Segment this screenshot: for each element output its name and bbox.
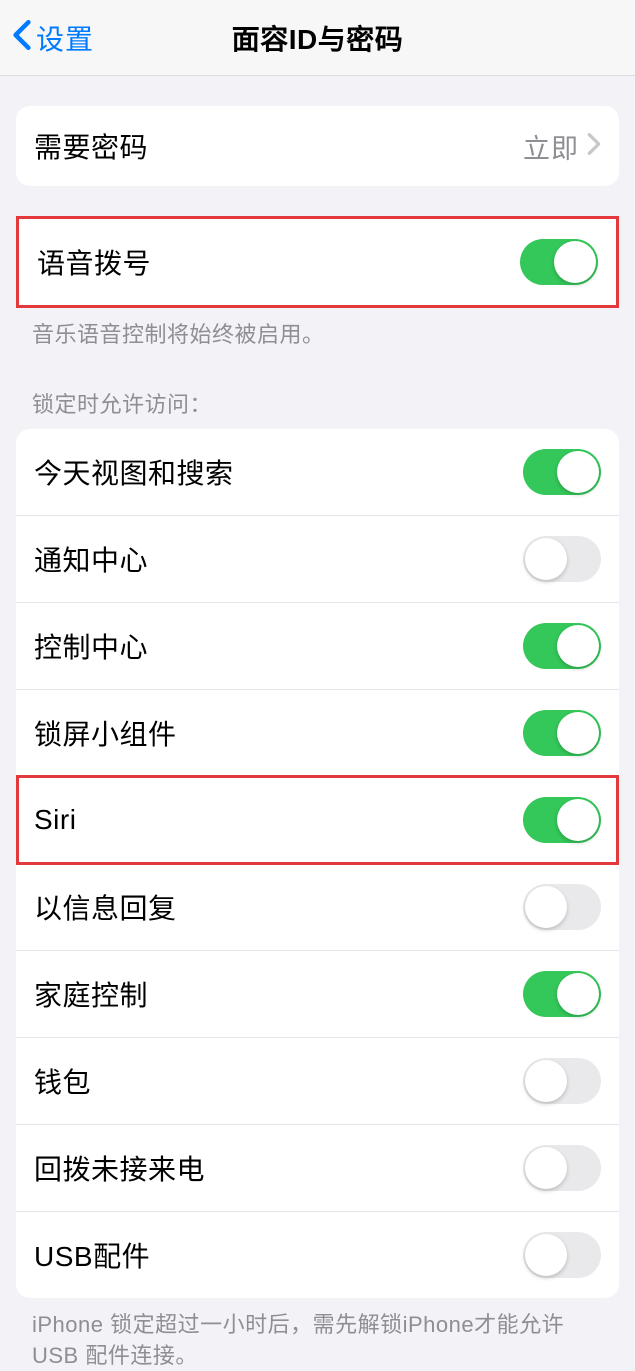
lock-access-item-label: 回拨未接来电 [34,1148,205,1188]
require-passcode-group: 需要密码 立即 [16,106,619,186]
lock-access-row: 回拨未接来电 [16,1125,619,1212]
lock-access-item-label: 控制中心 [34,626,148,666]
lock-access-row: 通知中心 [16,516,619,603]
lock-access-row: 锁屏小组件 [16,690,619,777]
voice-dial-row: 语音拨号 [19,219,616,305]
require-passcode-value-wrap: 立即 [523,127,601,166]
toggle-knob [557,799,599,841]
toggle-knob [557,973,599,1015]
toggle-knob [525,886,567,928]
page-title: 面容ID与密码 [232,18,404,58]
lock-access-toggle[interactable] [523,884,601,930]
lock-access-row: USB配件 [16,1212,619,1298]
toggle-knob [525,538,567,580]
lock-access-row: 控制中心 [16,603,619,690]
lock-access-item-label: 以信息回复 [34,887,177,927]
lock-access-toggle[interactable] [523,797,601,843]
back-button[interactable]: 设置 [0,18,94,58]
lock-access-item-label: 通知中心 [34,539,148,579]
require-passcode-label: 需要密码 [34,126,148,166]
lock-access-row: 家庭控制 [16,951,619,1038]
lock-access-toggle[interactable] [523,623,601,669]
nav-bar: 设置 面容ID与密码 [0,0,635,76]
lock-access-item-label: 锁屏小组件 [34,713,177,753]
lock-access-item-label: Siri [34,804,76,836]
lock-access-toggle[interactable] [523,1145,601,1191]
toggle-knob [525,1147,567,1189]
lock-access-toggle[interactable] [523,971,601,1017]
lock-access-toggle[interactable] [523,1232,601,1278]
lock-access-item-label: 今天视图和搜索 [34,452,234,492]
lock-access-toggle[interactable] [523,1058,601,1104]
lock-access-footer: iPhone 锁定超过一小时后，需先解锁iPhone才能允许USB 配件连接。 [0,1298,635,1371]
chevron-left-icon [12,19,32,56]
chevron-right-icon [587,132,601,161]
require-passcode-row[interactable]: 需要密码 立即 [16,106,619,186]
lock-access-toggle[interactable] [523,710,601,756]
voice-dial-label: 语音拨号 [37,242,151,282]
voice-dial-footer: 音乐语音控制将始终被启用。 [0,308,635,351]
toggle-knob [557,625,599,667]
lock-access-row: 今天视图和搜索 [16,429,619,516]
lock-access-header: 锁定时允许访问： [0,387,635,429]
lock-access-group: 今天视图和搜索通知中心控制中心锁屏小组件 Siri 以信息回复家庭控制钱包回拨未接来… [16,429,619,1298]
lock-access-item-label: USB配件 [34,1235,150,1275]
lock-access-toggle[interactable] [523,449,601,495]
lock-access-row: 以信息回复 [16,864,619,951]
lock-access-toggle[interactable] [523,536,601,582]
toggle-knob [557,451,599,493]
toggle-knob [557,712,599,754]
lock-access-item-label: 家庭控制 [34,974,148,1014]
toggle-knob [525,1060,567,1102]
lock-access-item-label: 钱包 [34,1061,91,1101]
voice-dial-group: 语音拨号 [16,216,619,308]
require-passcode-value: 立即 [523,127,579,166]
lock-access-row: Siri [16,777,619,864]
back-label: 设置 [36,18,94,58]
toggle-knob [554,241,596,283]
toggle-knob [525,1234,567,1276]
lock-access-row: 钱包 [16,1038,619,1125]
voice-dial-toggle[interactable] [520,239,598,285]
